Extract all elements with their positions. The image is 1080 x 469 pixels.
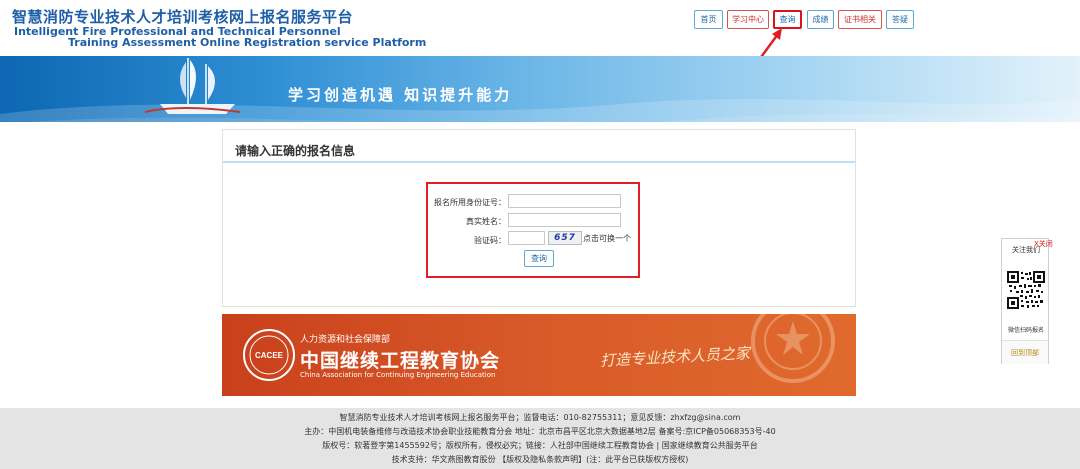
footer-line-copyright[interactable]: 版权号：软著登字第1455592号；版权所有，侵权必究；链接：人社部中国继续工程… (0, 440, 1080, 451)
site-title-cn[interactable]: 智慧消防专业技术人才培训考核网上报名服务平台 (12, 6, 353, 27)
hero-banner: 学习创造机遇 知识提升能力 (0, 56, 1080, 122)
captcha-input[interactable] (508, 231, 545, 245)
footer-line-organizer: 主办：中国机电装备维修与改造技术协会职业技能教育分会 地址：北京市昌平区北京大数… (304, 427, 776, 436)
real-name-input[interactable] (508, 213, 621, 227)
widget-close-button[interactable]: X关闭 (1034, 239, 1053, 249)
site-title-en-line2: Training Assessment Online Registration … (68, 36, 427, 49)
cacee-subtitle: 人力资源和社会保障部 (300, 335, 391, 345)
national-emblem-icon (751, 314, 835, 383)
cacee-name-en: China Association for Continuing Enginee… (300, 371, 496, 379)
back-to-top-button[interactable]: 回到顶部 (1002, 340, 1048, 364)
panel-title: 请输入正确的报名信息 (235, 144, 356, 158)
captcha-label: 验证码： (474, 236, 506, 245)
back-to-top-label: 回到顶部 (1011, 349, 1039, 357)
cacee-name: 中国继续工程教育协会 (300, 350, 501, 372)
qr-caption: 微信扫码报名 (1008, 327, 1045, 334)
captcha-image[interactable]: 657 (548, 231, 582, 245)
nav-learning-center[interactable]: 学习中心 (727, 10, 769, 29)
id-number-label: 报名所用身份证号： (434, 198, 506, 207)
banner-slogan: 学习创造机遇 知识提升能力 (288, 86, 513, 104)
cacee-banner[interactable]: CACEE 人力资源和社会保障部 中国继续工程教育协会 China Associ… (222, 314, 856, 396)
captcha-refresh-hint[interactable]: 点击可换一个 (583, 233, 631, 244)
cacee-logo-icon: CACEE (243, 329, 295, 381)
nav-certificates[interactable]: 证书相关 (838, 10, 882, 29)
cacee-emblem-text: CACEE (255, 351, 284, 360)
nav-scores[interactable]: 成绩 (807, 10, 834, 29)
panel-divider (223, 161, 855, 163)
follow-us-widget: 关注我们 X关闭 微信扫码报名 回到顶部 (1001, 238, 1053, 364)
sailing-ship-icon (144, 58, 241, 114)
nav-home[interactable]: 首页 (694, 10, 723, 29)
footer-line-contact: 智慧消防专业技术人才培训考核网上报名服务平台；监督电话：010-82755311… (339, 413, 741, 422)
site-footer: 智慧消防专业技术人才培训考核网上报名服务平台；监督电话：010-82755311… (0, 408, 1080, 469)
id-number-input[interactable] (508, 194, 621, 208)
query-submit-button[interactable]: 查询 (524, 250, 554, 267)
wechat-qr-code-icon (1007, 271, 1045, 309)
nav-faq[interactable]: 答疑 (886, 10, 914, 29)
cacee-slogan: 打造专业技术人员之家 (599, 344, 751, 370)
nav-query[interactable]: 查询 (773, 10, 802, 29)
real-name-label: 真实姓名： (466, 217, 506, 226)
site-header: 智慧消防专业技术人才培训考核网上报名服务平台 Intelligent Fire … (0, 0, 1080, 56)
footer-line-support[interactable]: 技术支持：华文燕图教育股份 【版权及隐私条款声明】(注：此平台已获版权方授权) (0, 454, 1080, 465)
